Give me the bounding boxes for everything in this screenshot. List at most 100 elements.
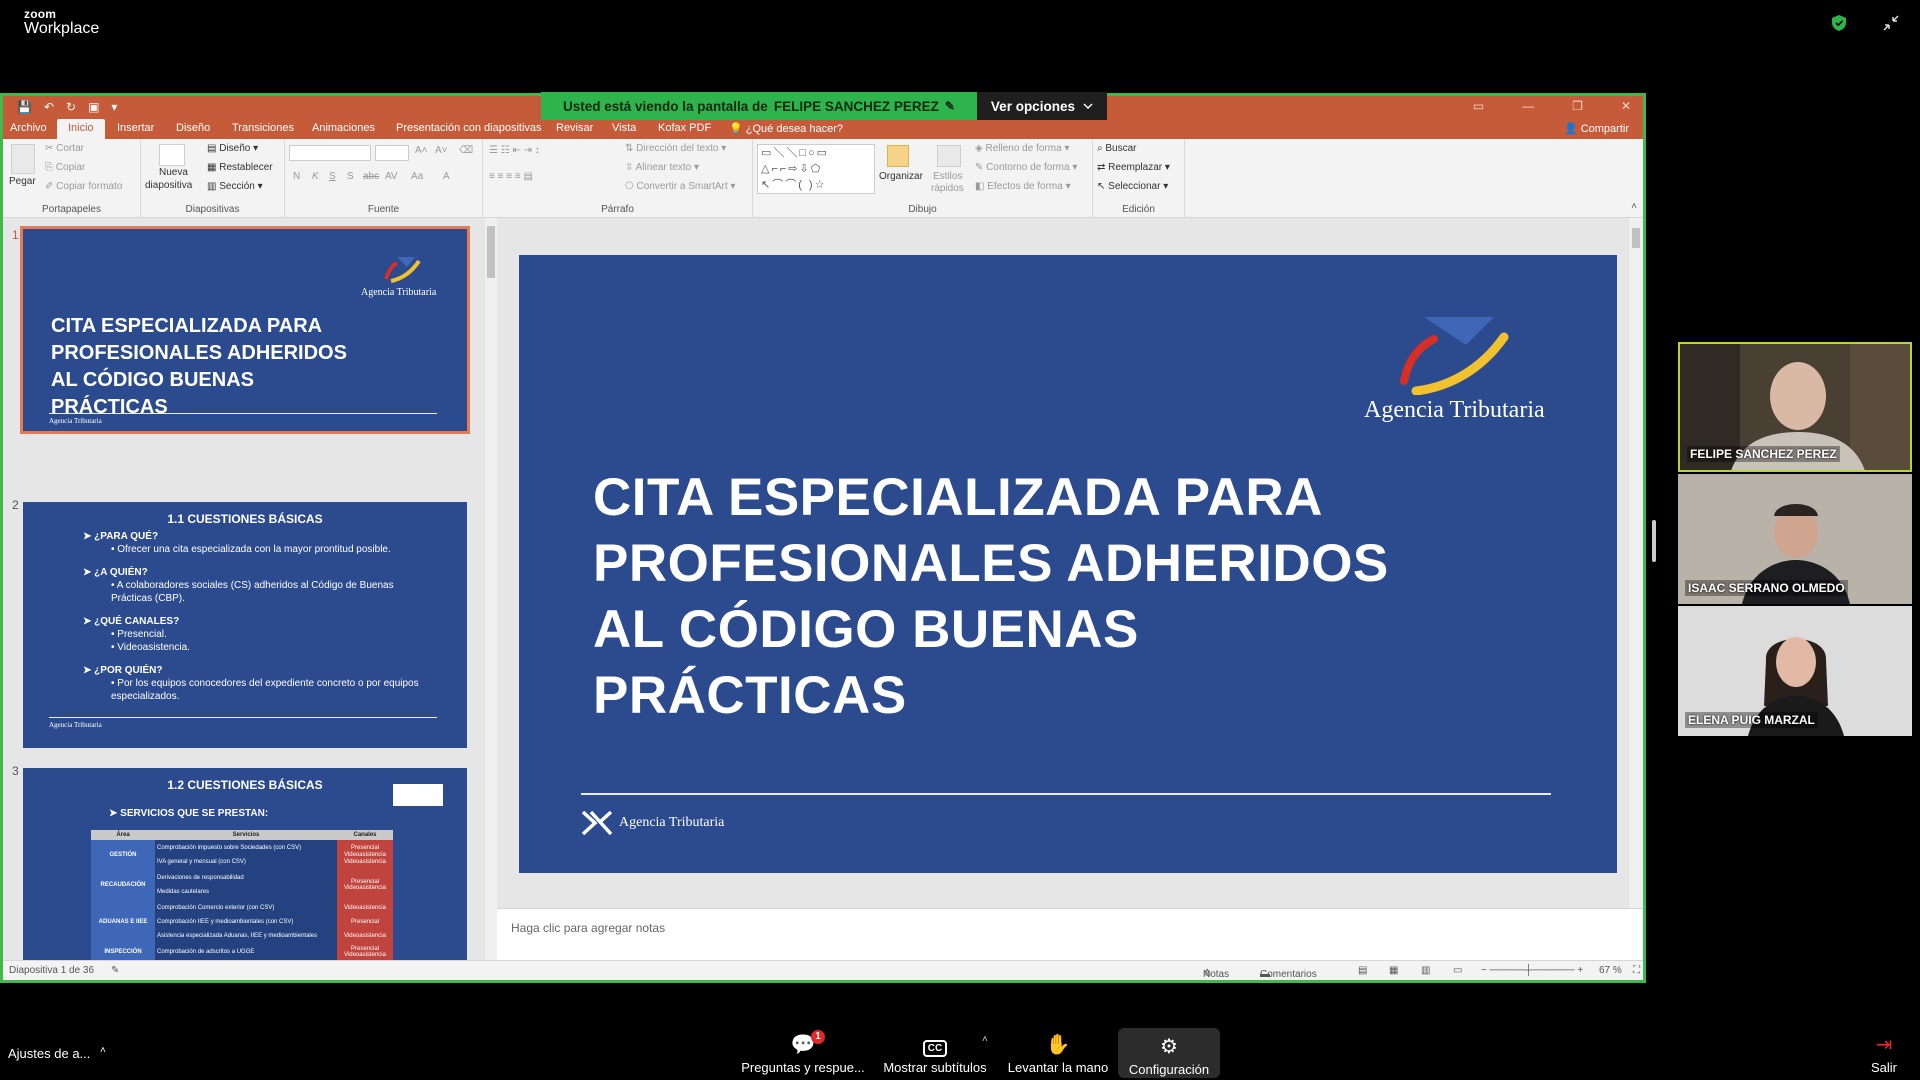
- align-icons[interactable]: ≡ ≡ ≡ ≡ ▤: [489, 171, 533, 182]
- zoom-level[interactable]: 67 %: [1599, 965, 1622, 976]
- new-slide-icon[interactable]: [159, 144, 185, 166]
- exit-fullscreen-icon[interactable]: [1882, 14, 1900, 32]
- tab-diseno[interactable]: Diseño: [176, 122, 210, 134]
- captions-options-caret-icon[interactable]: ˄: [982, 1034, 988, 1045]
- shape-outline-button[interactable]: ✎ Contorno de forma ▾: [975, 162, 1077, 173]
- leave-button[interactable]: ⇥ Salir: [1858, 1026, 1910, 1080]
- font-family-select[interactable]: [289, 145, 371, 161]
- tab-inicio[interactable]: Inicio: [57, 119, 105, 139]
- format-painter-button[interactable]: ✐ Copiar formato: [45, 181, 122, 192]
- slide-thumbnail-3[interactable]: 1.2 CUESTIONES BÁSICAS ➤ SERVICIOS QUE S…: [23, 768, 467, 960]
- align-text-button[interactable]: ⇳ Alinear texto ▾: [625, 162, 699, 173]
- current-slide[interactable]: Agencia Tributaria CITA ESPECIALIZADA PA…: [519, 255, 1617, 873]
- paste-icon[interactable]: [11, 144, 35, 174]
- shape-outline-label: Contorno de forma: [986, 162, 1070, 173]
- smartart-button[interactable]: ⎔ Convertir a SmartArt ▾: [625, 181, 735, 192]
- quick-styles-icon[interactable]: [937, 145, 961, 167]
- reset-button[interactable]: ▦ Restablecer: [207, 162, 273, 173]
- clear-format-icon[interactable]: ⌫: [459, 145, 473, 156]
- shapes-gallery[interactable]: ▭＼＼□○▭ △⌐⌐⇨⇩⬠ ↖⌒⌒( )☆: [757, 144, 875, 194]
- view-options-label: Ver opciones: [990, 98, 1075, 114]
- shrink-font-icon[interactable]: A˅: [435, 145, 448, 156]
- editor-scrollbar[interactable]: [1629, 218, 1643, 908]
- undo-icon[interactable]: ↶: [44, 100, 54, 114]
- encryption-shield-icon[interactable]: [1832, 15, 1846, 31]
- participant-video-3[interactable]: ELENA PUIG MARZAL: [1678, 606, 1912, 736]
- tab-archivo[interactable]: Archivo: [10, 122, 47, 134]
- arrange-icon[interactable]: [887, 145, 909, 167]
- arrange-button[interactable]: Organizar: [879, 171, 923, 182]
- shape-effects-button[interactable]: ◧ Efectos de forma ▾: [975, 181, 1071, 192]
- find-button[interactable]: ⌕ Buscar: [1097, 143, 1137, 154]
- cut-button[interactable]: ✂ Cortar: [45, 143, 84, 154]
- reading-view-icon[interactable]: ▥: [1421, 965, 1430, 976]
- redo-icon[interactable]: ↻: [66, 100, 76, 114]
- ribbon-options-icon[interactable]: ▭: [1473, 99, 1484, 113]
- bullets-icon[interactable]: ☰ ☷ ⇤ ⇥ ↕: [489, 145, 540, 156]
- gallery-resize-handle[interactable]: [1652, 520, 1656, 562]
- grow-font-icon[interactable]: A˄: [415, 145, 428, 156]
- spellcheck-icon[interactable]: ✎: [111, 965, 119, 976]
- quick-styles-label-1[interactable]: Estilos: [933, 171, 962, 182]
- zoom-slider[interactable]: − ─────┼────── +: [1481, 965, 1583, 976]
- quick-styles-label-2[interactable]: rápidos: [931, 183, 964, 194]
- layout-button[interactable]: ▤ Diseño ▾: [207, 143, 258, 154]
- font-color-button[interactable]: A: [443, 171, 450, 182]
- paste-button[interactable]: Pegar: [9, 176, 36, 187]
- fit-to-window-icon[interactable]: ⛶: [1633, 965, 1640, 976]
- maximize-icon[interactable]: ❐: [1572, 99, 1583, 113]
- strikethrough-button[interactable]: abc: [363, 171, 379, 182]
- text-direction-button[interactable]: ⇅ Dirección del texto ▾: [625, 143, 726, 154]
- notes-pane[interactable]: Haga clic para agregar notas: [497, 908, 1643, 960]
- slide-sorter-icon[interactable]: ▦: [1389, 965, 1398, 976]
- font-size-select[interactable]: [375, 145, 409, 161]
- tab-transiciones[interactable]: Transiciones: [232, 122, 294, 134]
- underline-button[interactable]: S: [329, 171, 336, 182]
- share-button[interactable]: 👤 Compartir: [1564, 122, 1629, 135]
- scrollbar-thumb[interactable]: [1632, 228, 1640, 248]
- customize-toolbar-icon[interactable]: ▾: [111, 100, 117, 114]
- scrollbar-thumb[interactable]: [487, 226, 495, 278]
- tell-me-search[interactable]: 💡 ¿Qué desea hacer?: [729, 122, 843, 135]
- italic-button[interactable]: K: [312, 171, 319, 182]
- thumbnails-scrollbar[interactable]: [485, 218, 497, 960]
- new-slide-label-2[interactable]: diapositiva: [145, 180, 192, 191]
- share-banner-text: Usted está viendo la pantalla de FELIPE …: [541, 92, 977, 120]
- slideshow-icon[interactable]: ▣: [88, 100, 99, 114]
- thumb2-question: ¿PARA QUÉ?: [94, 531, 159, 542]
- view-options-button[interactable]: Ver opciones: [976, 92, 1107, 120]
- change-case-button[interactable]: Aa: [411, 171, 423, 182]
- new-slide-label-1[interactable]: Nueva: [159, 167, 188, 178]
- slide-thumbnail-1[interactable]: CITA ESPECIALIZADA PARA PROFESIONALES AD…: [20, 226, 470, 434]
- minimize-icon[interactable]: —: [1522, 99, 1534, 113]
- participant-video-1[interactable]: FELIPE SANCHEZ PEREZ: [1678, 342, 1912, 472]
- slide-title[interactable]: CITA ESPECIALIZADA PARA PROFESIONALES AD…: [593, 465, 1493, 729]
- captions-button[interactable]: CC Mostrar subtítulos: [879, 1026, 991, 1080]
- participant-video-2[interactable]: ISAAC SERRANO OLMEDO: [1678, 474, 1912, 604]
- shadow-button[interactable]: S: [347, 171, 354, 182]
- qa-button[interactable]: 💬 1 Preguntas y respue...: [733, 1026, 873, 1080]
- tab-insertar[interactable]: Insertar: [117, 122, 154, 134]
- bold-button[interactable]: N: [293, 171, 300, 182]
- raise-hand-button[interactable]: ✋ Levantar la mano: [1003, 1026, 1113, 1080]
- char-spacing-button[interactable]: AV: [385, 171, 398, 182]
- tab-kofax-pdf[interactable]: Kofax PDF: [658, 122, 711, 134]
- tab-vista[interactable]: Vista: [612, 122, 636, 134]
- tab-presentacion[interactable]: Presentación con diapositivas: [396, 122, 542, 134]
- normal-view-icon[interactable]: ▤: [1358, 965, 1367, 976]
- slideshow-view-icon[interactable]: ▭: [1453, 965, 1462, 976]
- tab-revisar[interactable]: Revisar: [556, 122, 593, 134]
- shape-fill-button[interactable]: ◈ Relleno de forma ▾: [975, 143, 1069, 154]
- collapse-ribbon-icon[interactable]: ˄: [1631, 201, 1637, 212]
- smartart-label: Convertir a SmartArt: [636, 181, 728, 192]
- close-icon[interactable]: ✕: [1621, 99, 1631, 113]
- save-icon[interactable]: 💾: [17, 100, 32, 114]
- tab-animaciones[interactable]: Animaciones: [312, 122, 375, 134]
- settings-button[interactable]: ⚙ Configuración: [1118, 1028, 1220, 1078]
- slide-thumbnail-2[interactable]: 1.1 CUESTIONES BÁSICAS ➤ ¿PARA QUÉ? • Of…: [23, 502, 467, 748]
- replace-button[interactable]: ⇄ Reemplazar ▾: [1097, 162, 1170, 173]
- audio-settings-button[interactable]: Ajustes de a... ˄: [8, 1045, 106, 1061]
- select-button[interactable]: ↖ Seleccionar ▾: [1097, 181, 1168, 192]
- copy-button[interactable]: ⎘ Copiar: [45, 162, 85, 173]
- section-button[interactable]: ▥ Sección ▾: [207, 181, 263, 192]
